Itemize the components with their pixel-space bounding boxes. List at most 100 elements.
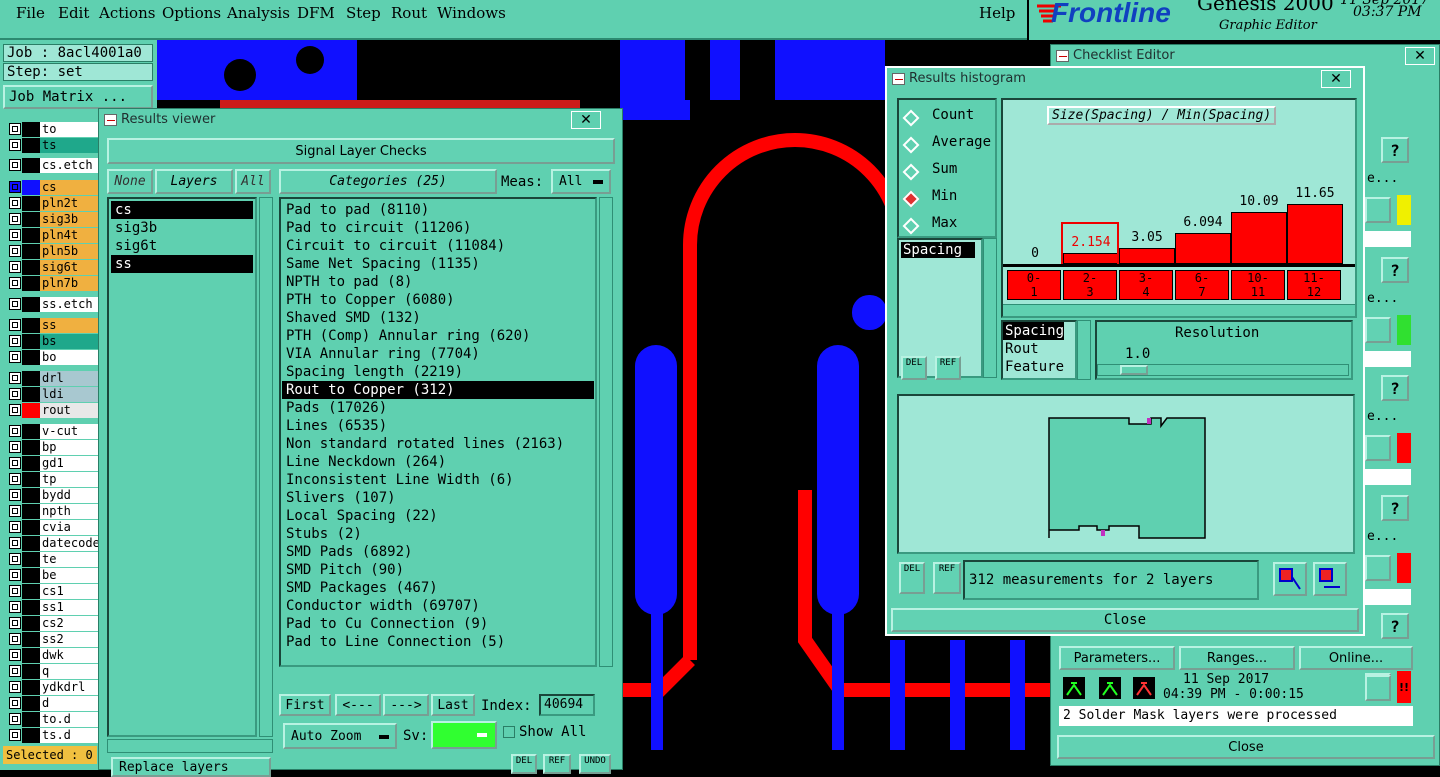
category-item[interactable]: Shaved SMD (132) — [282, 309, 594, 327]
layer-row[interactable]: to — [6, 122, 98, 137]
layer-row[interactable]: ss2 — [6, 632, 98, 647]
parameters-button[interactable]: Parameters... — [1059, 646, 1175, 670]
layer-color-swatch[interactable] — [22, 552, 40, 567]
measure-type-scrollbar[interactable] — [1077, 320, 1091, 380]
help-button[interactable]: ? — [1381, 613, 1409, 639]
histogram-close-button[interactable]: Close — [891, 608, 1359, 632]
layer-color-swatch[interactable] — [22, 371, 40, 386]
layer-checkbox[interactable] — [9, 298, 21, 310]
layer-row[interactable]: pln7b — [6, 276, 98, 291]
layer-row[interactable]: ydkdrl — [6, 680, 98, 695]
layer-checkbox[interactable] — [9, 569, 21, 581]
histogram-bin[interactable]: 10- 11 — [1231, 270, 1285, 300]
category-item[interactable]: NPTH to pad (8) — [282, 273, 594, 291]
index-input[interactable]: 40694 — [539, 694, 595, 716]
auto-zoom-dropdown[interactable]: Auto Zoom — [283, 723, 397, 749]
menu-actions[interactable]: Actions — [99, 4, 155, 22]
close-icon[interactable]: ✕ — [1405, 47, 1435, 65]
histogram-bin[interactable]: 0- 1 — [1007, 270, 1061, 300]
run-icon-3[interactable] — [1131, 675, 1157, 701]
layer-checkbox[interactable] — [9, 261, 21, 273]
hist-ref-button[interactable]: REF — [935, 356, 961, 380]
radio-min[interactable] — [902, 190, 920, 208]
category-item[interactable]: Pads (17026) — [282, 399, 594, 417]
layer-row[interactable]: sig3b — [6, 212, 98, 227]
none-button[interactable]: None — [107, 169, 153, 194]
layer-checkbox[interactable] — [9, 425, 21, 437]
category-item[interactable]: Inconsistent Line Width (6) — [282, 471, 594, 489]
histogram-bin[interactable]: 11- 12 — [1287, 270, 1341, 300]
layer-row[interactable]: ldi — [6, 387, 98, 402]
all-button[interactable]: All — [235, 169, 271, 194]
layer-checkbox[interactable] — [9, 473, 21, 485]
layer-color-swatch[interactable] — [22, 616, 40, 631]
layer-color-swatch[interactable] — [22, 387, 40, 402]
layer-color-swatch[interactable] — [22, 440, 40, 455]
export-icon[interactable] — [1273, 562, 1307, 596]
layer-row[interactable]: bydd — [6, 488, 98, 503]
layer-row[interactable]: be — [6, 568, 98, 583]
category-list-scrollbar[interactable] — [599, 197, 613, 667]
layer-color-swatch[interactable] — [22, 350, 40, 365]
category-item[interactable]: Spacing length (2219) — [282, 363, 594, 381]
layer-row[interactable]: drl — [6, 371, 98, 386]
layer-row[interactable]: cvia — [6, 520, 98, 535]
category-item[interactable]: Line Neckdown (264) — [282, 453, 594, 471]
layer-color-swatch[interactable] — [22, 403, 40, 418]
radio-average[interactable] — [902, 136, 920, 154]
more-link[interactable]: e... — [1367, 409, 1398, 424]
layer-color-swatch[interactable] — [22, 680, 40, 695]
layer-checkbox[interactable] — [9, 617, 21, 629]
layer-row[interactable]: te — [6, 552, 98, 567]
histogram-bar[interactable] — [1231, 212, 1287, 264]
layer-color-swatch[interactable] — [22, 648, 40, 663]
layer-color-swatch[interactable] — [22, 138, 40, 153]
layer-checkbox[interactable] — [9, 601, 21, 613]
category-item[interactable]: VIA Annular ring (7704) — [282, 345, 594, 363]
more-link[interactable]: e... — [1367, 529, 1398, 544]
category-item[interactable]: Rout to Copper (312) — [282, 381, 594, 399]
radio-max[interactable] — [902, 217, 920, 235]
menu-dfm[interactable]: DFM — [297, 4, 335, 22]
category-item[interactable]: SMD Pads (6892) — [282, 543, 594, 561]
layer-checkbox[interactable] — [9, 729, 21, 741]
layer-checkbox[interactable] — [9, 697, 21, 709]
layer-checkbox[interactable] — [9, 388, 21, 400]
next-button[interactable]: ---> — [383, 694, 429, 716]
menu-help[interactable]: Help — [979, 4, 1015, 22]
category-item[interactable]: Same Net Spacing (1135) — [282, 255, 594, 273]
category-item[interactable]: Conductor width (69707) — [282, 597, 594, 615]
category-item[interactable]: Pad to Line Connection (5) — [282, 633, 594, 651]
layer-checkbox[interactable] — [9, 537, 21, 549]
spacing-list-item[interactable]: Spacing — [901, 242, 975, 258]
resolution-slider[interactable] — [1097, 364, 1349, 376]
sv-color-dropdown[interactable] — [431, 721, 497, 749]
menu-file[interactable]: File — [16, 4, 45, 22]
layer-color-swatch[interactable] — [22, 158, 40, 173]
category-item[interactable]: PTH to Copper (6080) — [282, 291, 594, 309]
layer-row[interactable]: ts.d — [6, 728, 98, 743]
import-icon[interactable] — [1313, 562, 1347, 596]
layer-row[interactable]: cs1 — [6, 584, 98, 599]
layer-checkbox[interactable] — [9, 181, 21, 193]
run-icon-1[interactable] — [1061, 675, 1087, 701]
layer-row[interactable]: rout — [6, 403, 98, 418]
menu-windows[interactable]: Windows — [437, 4, 506, 22]
menu-edit[interactable]: Edit — [58, 4, 89, 22]
layer-list-hscrollbar[interactable] — [107, 739, 273, 753]
layer-row[interactable]: cs2 — [6, 616, 98, 631]
histogram-bar[interactable] — [1287, 204, 1343, 264]
undo-button[interactable]: UNDO — [579, 754, 611, 774]
layer-color-swatch[interactable] — [22, 260, 40, 275]
layer-checkbox[interactable] — [9, 319, 21, 331]
layer-row[interactable]: q — [6, 664, 98, 679]
layer-color-swatch[interactable] — [22, 600, 40, 615]
menu-analysis[interactable]: Analysis — [227, 4, 290, 22]
layer-checkbox[interactable] — [9, 229, 21, 241]
help-button[interactable]: ? — [1381, 375, 1409, 401]
layer-checkbox[interactable] — [9, 351, 21, 363]
layer-checkbox[interactable] — [9, 633, 21, 645]
del-button[interactable]: DEL — [511, 754, 537, 774]
layer-checkbox[interactable] — [9, 245, 21, 257]
category-item[interactable]: SMD Packages (467) — [282, 579, 594, 597]
